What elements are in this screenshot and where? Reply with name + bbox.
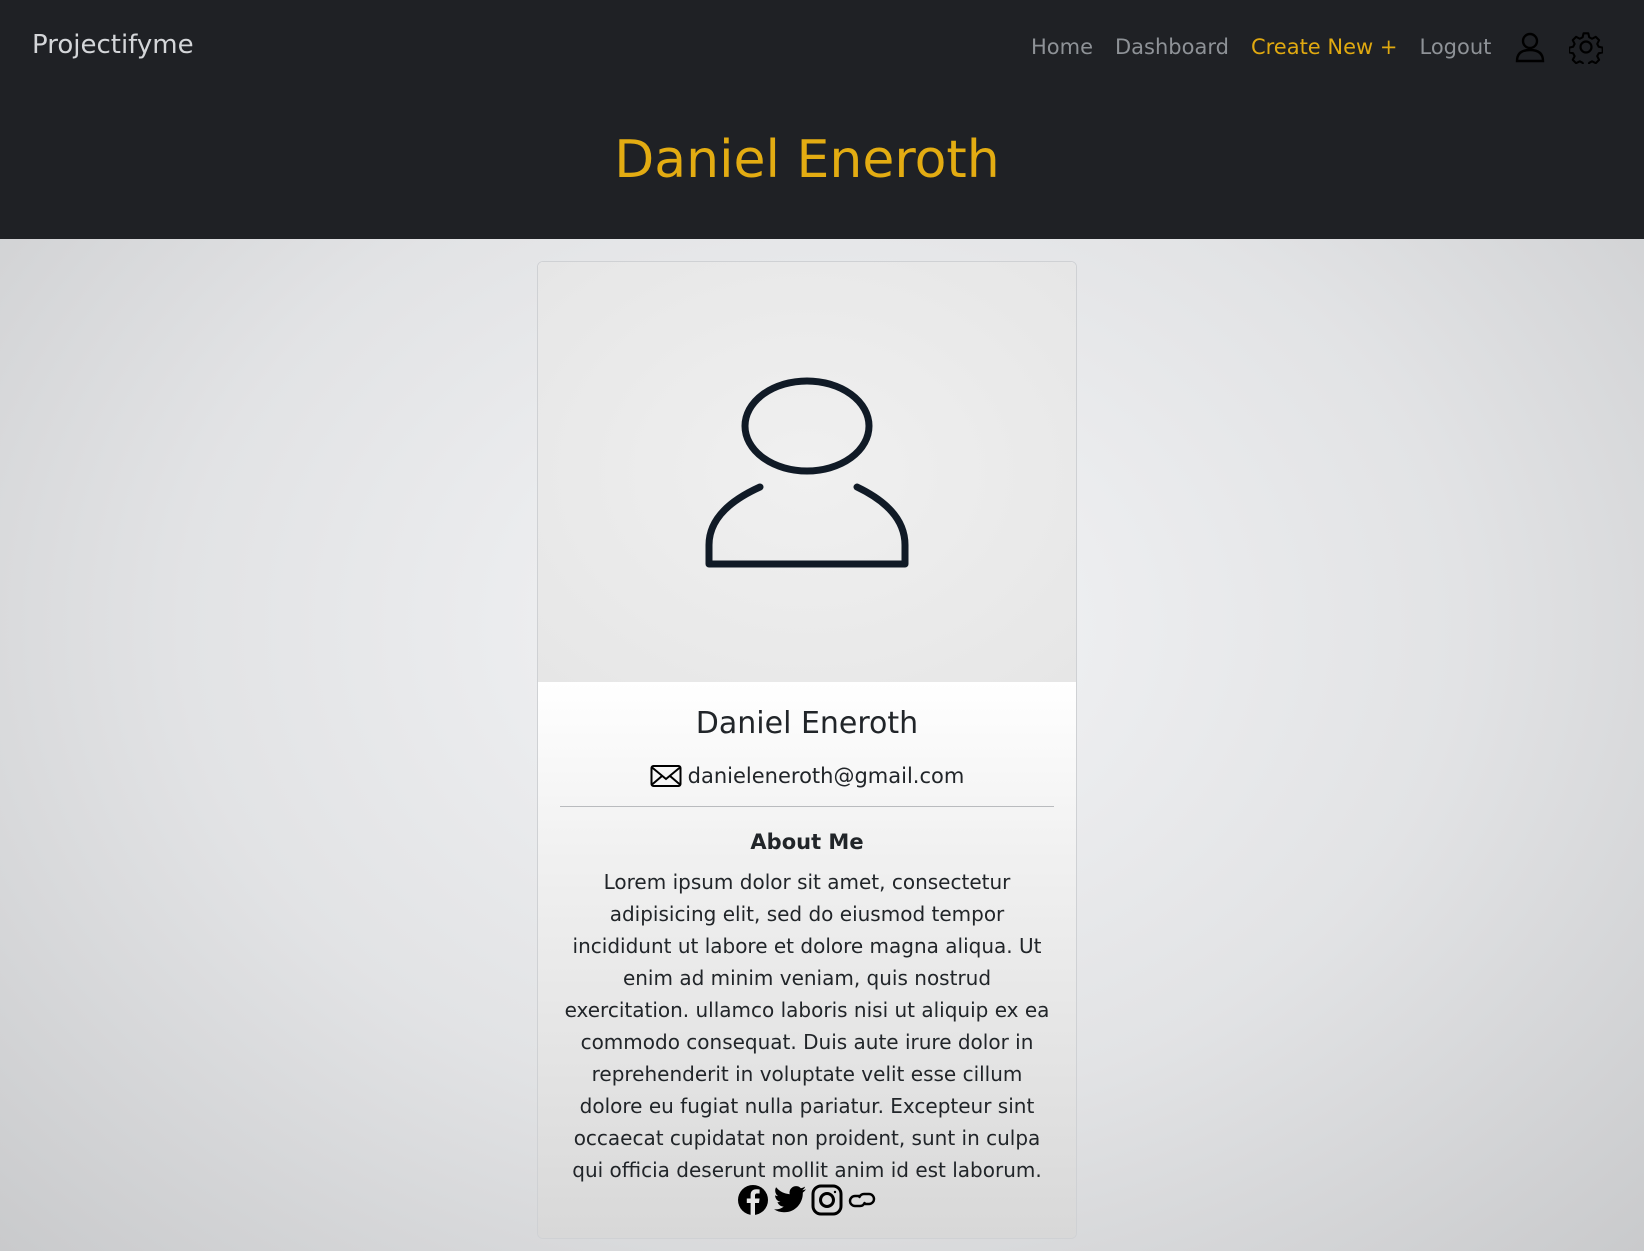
envelope-icon [650,765,682,787]
profile-name: Daniel Eneroth [695,706,919,741]
profile-card-body: Daniel Eneroth danieleneroth@gmail.com A… [538,682,1076,1238]
about-text: Lorem ipsum dolor sit amet, consectetur … [564,870,1050,1182]
person-icon [705,377,909,568]
user-icon[interactable] [1513,30,1547,64]
email-row: danieleneroth@gmail.com [538,764,1076,788]
brand-logo[interactable]: Projectifyme [32,30,194,60]
profile-card: Daniel Eneroth danieleneroth@gmail.com A… [537,261,1077,1239]
profile-email[interactable]: danieleneroth@gmail.com [688,764,965,788]
about-title: About Me [750,830,864,854]
main-nav: Home Dashboard Create New + Logout [1031,30,1625,64]
instagram-icon[interactable] [811,1184,843,1220]
divider [560,806,1054,807]
nav-logout[interactable]: Logout [1419,35,1491,59]
nav-home[interactable]: Home [1031,35,1093,59]
facebook-icon[interactable] [737,1184,769,1220]
nav-create-new[interactable]: Create New + [1251,35,1398,59]
top-header: Projectifyme Home Dashboard Create New +… [0,0,1644,239]
gear-icon[interactable] [1569,30,1604,64]
nav-dashboard[interactable]: Dashboard [1115,35,1229,59]
twitter-icon[interactable] [773,1185,807,1219]
page-title: Daniel Eneroth [614,130,1000,190]
avatar [538,262,1076,682]
social-links [538,1184,1076,1220]
link-icon[interactable] [847,1190,877,1214]
